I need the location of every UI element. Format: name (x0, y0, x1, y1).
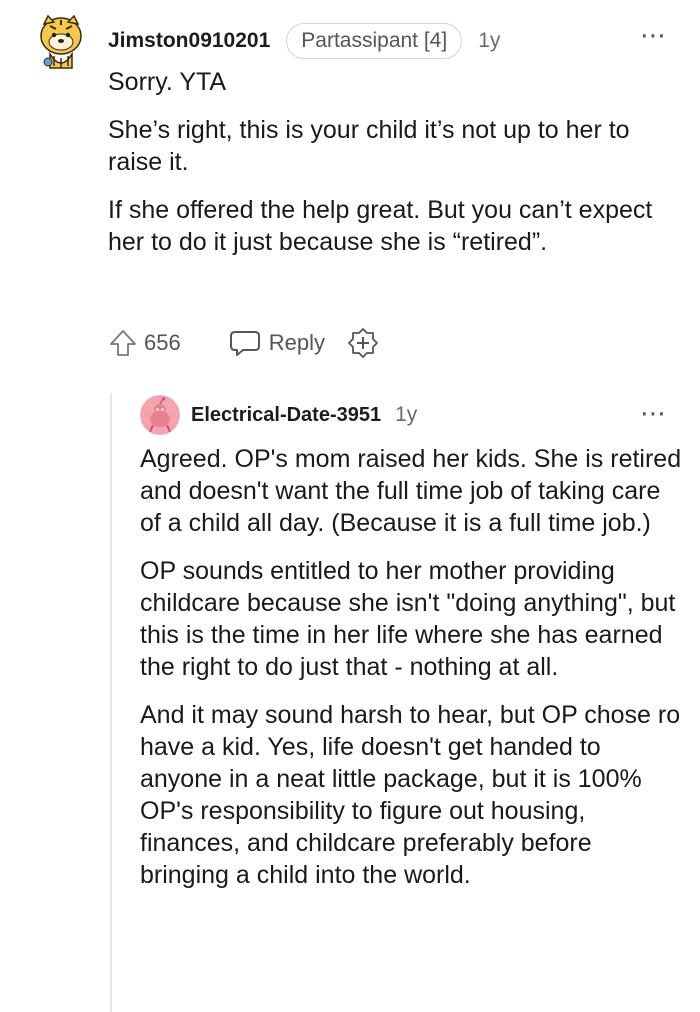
more-options-icon[interactable]: ⋯ (640, 400, 667, 426)
user-avatar[interactable] (140, 395, 180, 435)
comment-paragraph: And it may sound harsh to hear, but OP c… (140, 701, 681, 889)
comment-paragraph: Agreed. OP's mom raised her kids. She is… (140, 445, 682, 537)
thread-line[interactable] (110, 393, 112, 1012)
username[interactable]: Electrical-Date-3951 (191, 404, 381, 427)
snoo-tiger-avatar-icon (40, 14, 82, 69)
comment-actions: 656 Reply (108, 326, 379, 360)
comment-meta: Jimston0910201 Partassipant [4] 1y (108, 22, 500, 60)
comment-meta: Electrical-Date-3951 1y (191, 398, 417, 432)
award-plus-icon (348, 328, 378, 358)
comment-age: 1y (478, 29, 501, 52)
upvote-button[interactable]: 656 (108, 328, 181, 358)
snoo-avatar-icon (140, 395, 180, 435)
comment-paragraph: She’s right, this is your child it’s not… (108, 116, 630, 176)
reply-label: Reply (268, 330, 325, 355)
username[interactable]: Jimston0910201 (108, 29, 270, 53)
user-avatar[interactable] (36, 12, 86, 72)
user-flair: Partassipant [4] (286, 23, 463, 59)
chat-bubble-icon (229, 331, 260, 356)
comment-body: Sorry. YTA She’s right, this is your chi… (108, 66, 688, 274)
vote-count: 656 (144, 330, 181, 355)
award-button[interactable] (347, 327, 379, 359)
comment-paragraph: OP sounds entitled to her mother providi… (140, 557, 676, 681)
upvote-arrow-icon (110, 330, 136, 356)
comment-paragraph: If she offered the help great. But you c… (108, 196, 653, 256)
reply-button[interactable]: Reply (229, 329, 325, 357)
comment-paragraph: Sorry. YTA (108, 68, 227, 96)
more-options-icon[interactable]: ⋯ (640, 22, 667, 48)
comment-body: Agreed. OP's mom raised her kids. She is… (140, 443, 685, 907)
comment-age: 1y (395, 403, 418, 426)
